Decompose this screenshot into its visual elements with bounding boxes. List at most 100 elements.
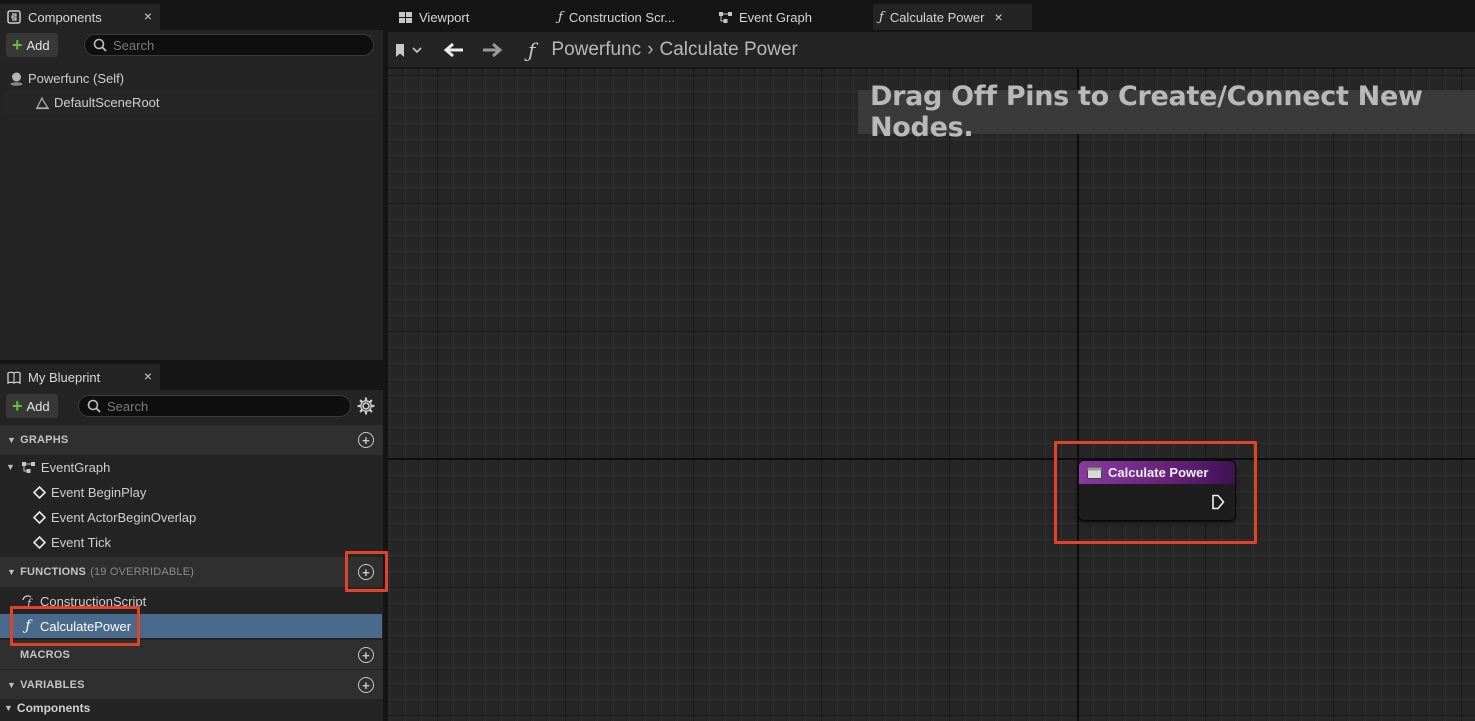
graph-canvas[interactable]: Drag Off Pins to Create/Connect New Node… — [388, 69, 1475, 721]
breadcrumb: ƒ Powerfunc › Calculate Power — [528, 32, 798, 68]
tree-item-calculate-power[interactable]: ƒ CalculatePower — [0, 614, 382, 638]
collapse-triangle-icon: ▼ — [7, 567, 17, 577]
components-panel: + Add Powerfunc (Self) DefaultSceneRoot — [0, 30, 383, 360]
tab-event-graph[interactable]: Event Graph — [712, 4, 862, 30]
section-label: VARIABLES — [20, 678, 85, 691]
macros-section-header[interactable]: MACROS + — [0, 640, 383, 669]
section-sub-label: (19 OVERRIDABLE) — [90, 566, 195, 578]
add-button-label: Add — [26, 398, 50, 414]
tab-label: Calculate Power — [889, 9, 985, 25]
collapse-triangle-icon: ▼ — [7, 679, 17, 690]
tree-item-label: Powerfunc (Self) — [28, 70, 125, 86]
tab-label: Event Graph — [739, 9, 812, 25]
tree-item-label: ConstructionScript — [40, 593, 147, 609]
add-button-label: Add — [26, 37, 50, 53]
close-icon[interactable]: × — [144, 368, 152, 384]
function-node-icon — [1087, 466, 1102, 479]
settings-gear-icon[interactable] — [357, 397, 375, 418]
book-icon — [6, 369, 22, 385]
tree-item-event-actor-begin-overlap[interactable]: Event ActorBeginOverlap — [31, 505, 196, 529]
my-blueprint-tab[interactable]: My Blueprint × — [0, 364, 160, 390]
tree-item-label: CalculatePower — [40, 618, 132, 634]
actor-icon — [8, 70, 24, 86]
exec-output-pin-icon[interactable] — [1211, 494, 1225, 513]
bookmark-icon — [396, 43, 404, 57]
variables-section-header[interactable]: ▼ VARIABLES + — [0, 670, 383, 699]
my-blueprint-add-button[interactable]: + Add — [6, 394, 58, 418]
add-macro-icon[interactable]: + — [358, 647, 374, 663]
left-column: Components × + Add Powerfunc (Self) Defa… — [0, 0, 388, 721]
tree-item-label: DefaultSceneRoot — [54, 94, 160, 110]
graph-origin-axis-vertical — [1077, 69, 1079, 721]
tree-item-event-tick[interactable]: Event Tick — [31, 530, 111, 554]
function-entry-node[interactable]: Calculate Power — [1078, 460, 1236, 521]
my-blueprint-search-input[interactable] — [107, 398, 318, 414]
components-icon — [6, 9, 22, 25]
components-search-input[interactable] — [113, 37, 337, 53]
event-diamond-icon — [31, 509, 47, 525]
my-blueprint-tab-label: My Blueprint — [28, 369, 101, 385]
collapse-triangle-icon: ▼ — [6, 462, 15, 472]
functions-section-header[interactable]: ▼ FUNCTIONS (19 OVERRIDABLE) + — [0, 557, 383, 587]
back-button[interactable] — [443, 32, 465, 68]
add-variable-icon[interactable]: + — [358, 677, 374, 693]
breadcrumb-current: Calculate Power — [659, 39, 798, 60]
node-title: Calculate Power — [1108, 465, 1209, 480]
section-label: MACROS — [20, 648, 71, 661]
section-label: GRAPHS — [20, 434, 69, 446]
graph-hint-banner: Drag Off Pins to Create/Connect New Node… — [858, 81, 1475, 143]
tab-label: Viewport — [419, 9, 470, 25]
tree-item-label: Event BeginPlay — [51, 484, 147, 500]
tab-construction-script[interactable]: ƒ Construction Scr... — [552, 4, 702, 30]
tab-viewport[interactable]: Viewport — [392, 4, 542, 30]
components-tab[interactable]: Components × — [0, 4, 160, 30]
tree-item-default-scene-root[interactable]: DefaultSceneRoot — [4, 90, 378, 114]
graph-origin-axis-horizontal — [388, 458, 1475, 460]
event-diamond-icon — [31, 534, 47, 550]
function-icon: ƒ — [879, 9, 884, 25]
node-header[interactable]: Calculate Power — [1079, 461, 1235, 484]
function-icon: ƒ — [558, 9, 563, 25]
search-icon — [87, 399, 101, 413]
tab-calculate-power[interactable]: ƒ Calculate Power × — [873, 4, 1032, 30]
tree-item-label: EventGraph — [40, 459, 111, 475]
event-graph-icon — [21, 459, 37, 475]
event-graph-icon — [718, 11, 733, 24]
event-diamond-icon — [31, 484, 47, 500]
tree-item-event-graph[interactable]: ▼ EventGraph — [6, 455, 110, 479]
document-tab-bar: Viewport ƒ Construction Scr... Event Gra… — [388, 0, 1475, 32]
function-icon: ƒ — [528, 38, 536, 62]
tree-item-label: Event ActorBeginOverlap — [51, 509, 197, 525]
close-icon[interactable]: × — [994, 9, 1002, 25]
construction-script-icon: f — [20, 593, 36, 609]
graph-toolbar: ƒ Powerfunc › Calculate Power — [388, 32, 1475, 68]
collapse-triangle-icon: ▼ — [7, 435, 17, 445]
arrow-left-icon — [443, 42, 463, 58]
bookmark-dropdown[interactable] — [394, 32, 423, 68]
variables-category-components[interactable]: ▼ Components — [4, 696, 90, 720]
breadcrumb-root[interactable]: Powerfunc — [551, 39, 641, 61]
components-add-button[interactable]: + Add — [6, 33, 58, 57]
scene-component-icon — [34, 94, 50, 110]
plus-icon: + — [12, 35, 23, 55]
chevron-down-icon — [412, 47, 422, 54]
section-label: FUNCTIONS — [20, 566, 87, 578]
tree-item-event-begin-play[interactable]: Event BeginPlay — [31, 480, 146, 504]
forward-button[interactable] — [481, 32, 503, 68]
components-tab-label: Components — [28, 9, 102, 25]
breadcrumb-separator: › — [647, 39, 654, 60]
close-icon[interactable]: × — [144, 8, 152, 24]
search-icon — [93, 38, 107, 52]
arrow-right-icon — [483, 42, 503, 58]
components-search — [84, 34, 374, 56]
tree-item-self[interactable]: Powerfunc (Self) — [8, 66, 378, 90]
viewport-icon — [398, 11, 413, 24]
plus-icon: + — [12, 396, 23, 416]
add-graph-icon[interactable]: + — [358, 432, 374, 448]
tree-item-label: Event Tick — [51, 534, 111, 550]
tree-item-construction-script[interactable]: f ConstructionScript — [20, 589, 146, 613]
add-function-icon[interactable]: + — [358, 564, 374, 580]
function-icon: ƒ — [25, 618, 31, 634]
graphs-section-header[interactable]: ▼ GRAPHS + — [0, 425, 383, 455]
tab-label: Construction Scr... — [568, 9, 676, 25]
